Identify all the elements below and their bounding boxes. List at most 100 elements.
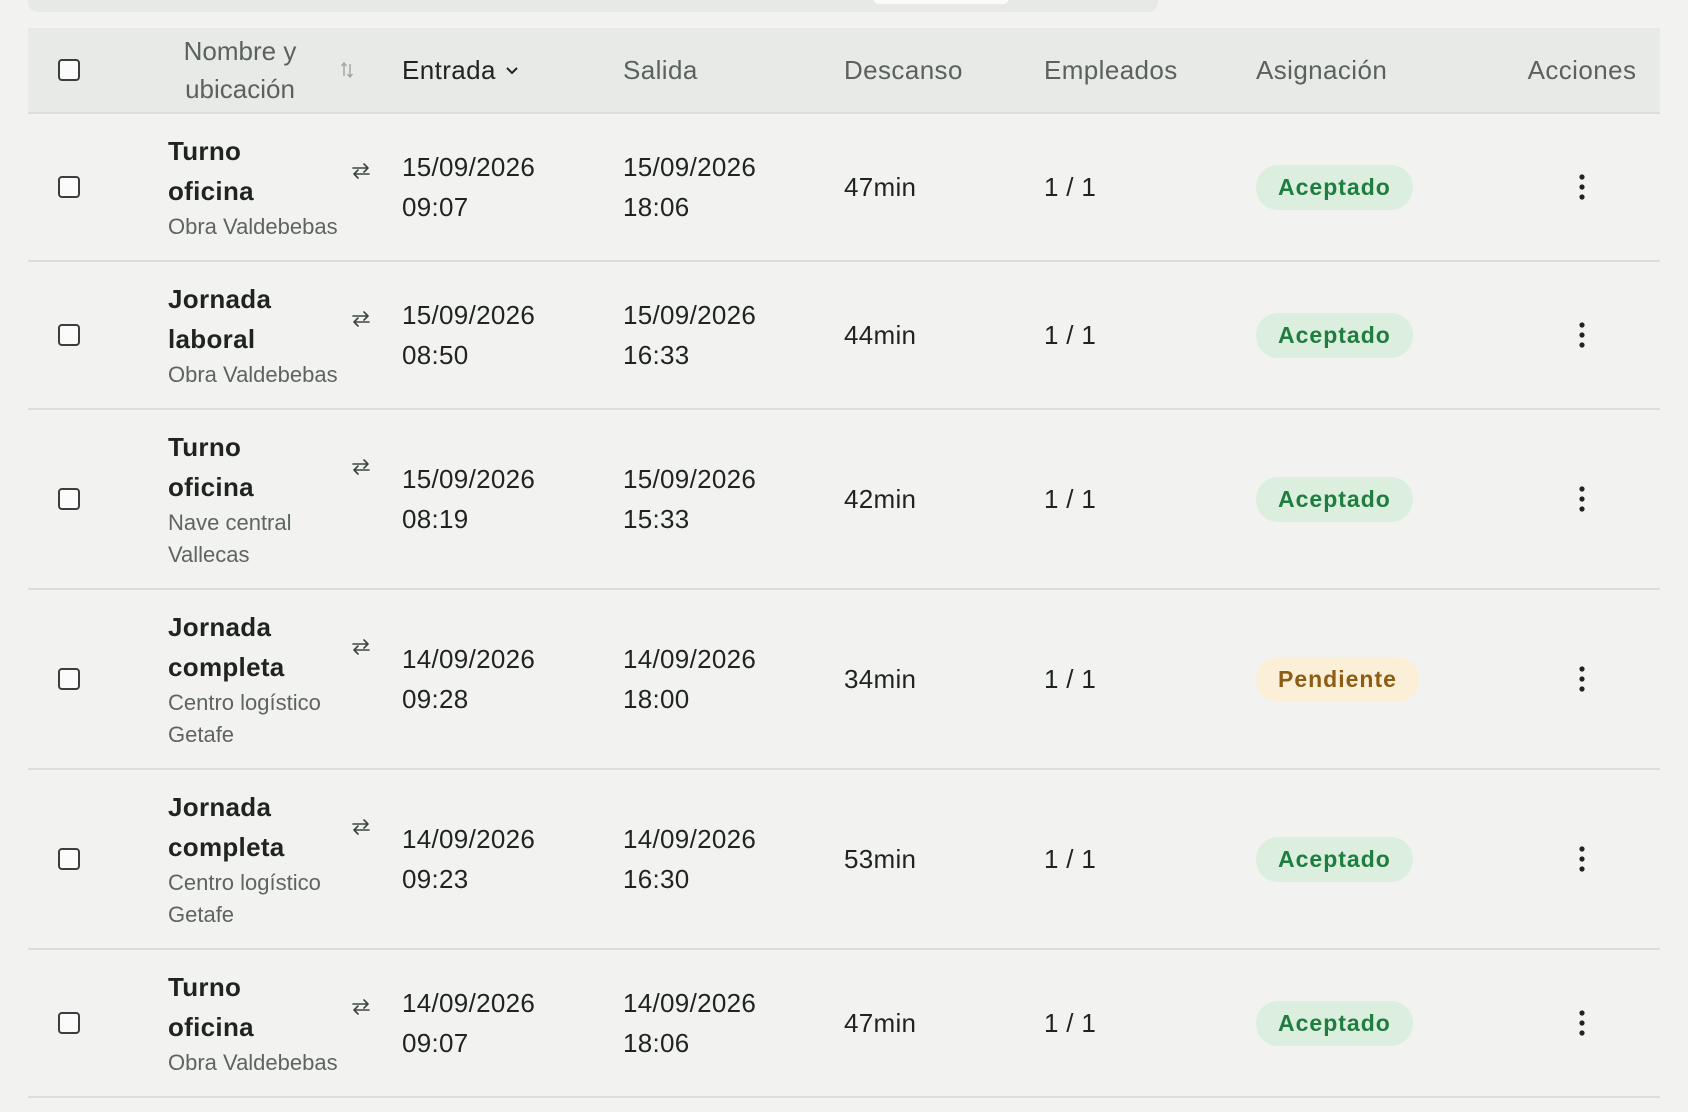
status-badge: Aceptado xyxy=(1256,1000,1413,1046)
entry-datetime: 15/09/2026 09:07 xyxy=(402,147,562,227)
shift-name[interactable]: Turno oficina xyxy=(168,967,318,1047)
employees-count: 1 / 1 xyxy=(1044,1007,1097,1038)
shift-location: Obra Valdebebas xyxy=(168,362,338,387)
table-row[interactable]: Turno oficina Obra Valdebebas 15/09/2026… xyxy=(28,114,1660,262)
shift-location-line2: Getafe xyxy=(168,902,235,927)
more-vertical-icon[interactable] xyxy=(1577,172,1587,202)
status-badge: Aceptado xyxy=(1256,836,1413,882)
employees-count: 1 / 1 xyxy=(1044,171,1097,202)
exit-time: 16:30 xyxy=(623,864,690,894)
table-row[interactable]: Turno oficina Nave central Vallecas 15/0… xyxy=(28,410,1660,590)
header-employees[interactable]: Empleados xyxy=(1044,28,1224,112)
shift-name[interactable]: Jornada laboral xyxy=(168,279,318,359)
exit-datetime: 15/09/2026 16:33 xyxy=(623,295,783,375)
entry-datetime: 14/09/2026 09:07 xyxy=(402,983,562,1063)
break-duration: 53min xyxy=(844,843,917,874)
table-row[interactable]: Jornada completa Centro logístico Getafe… xyxy=(28,770,1660,950)
exit-date: 15/09/2026 xyxy=(623,152,757,182)
shift-name[interactable]: Jornada completa xyxy=(168,787,318,867)
header-actions-label: Acciones xyxy=(1527,54,1637,85)
shift-name-location: Jornada completa Centro logístico Getafe xyxy=(150,770,370,948)
chevron-down-icon xyxy=(506,67,518,75)
employees-count: 1 / 1 xyxy=(1044,663,1097,694)
employees-count: 1 / 1 xyxy=(1044,483,1097,514)
swap-arrows-icon[interactable] xyxy=(350,816,372,838)
table-row[interactable]: Jornada completa Centro logístico Getafe… xyxy=(28,590,1660,770)
swap-arrows-icon[interactable] xyxy=(350,308,372,330)
row-checkbox[interactable] xyxy=(58,668,80,690)
shift-name-location: Jornada completa Centro logístico Getafe xyxy=(150,590,370,768)
shift-name[interactable]: Jornada completa xyxy=(168,607,318,687)
status-badge: Aceptado xyxy=(1256,312,1413,358)
top-toolbar xyxy=(28,0,1158,12)
header-actions: Acciones xyxy=(1504,28,1660,112)
shift-name-line2: oficina xyxy=(168,472,254,502)
shift-name[interactable]: Turno oficina xyxy=(168,131,318,211)
shift-location: Centro logístico xyxy=(168,870,321,895)
more-vertical-icon[interactable] xyxy=(1577,320,1587,350)
exit-datetime: 14/09/2026 18:06 xyxy=(623,983,783,1063)
break-duration: 44min xyxy=(844,319,917,350)
shift-name-location: Turno oficina Nave central Vallecas xyxy=(150,410,370,588)
employees-count: 1 / 1 xyxy=(1044,843,1097,874)
header-entry[interactable]: Entrada xyxy=(402,28,612,112)
row-checkbox[interactable] xyxy=(58,324,80,346)
break-duration: 47min xyxy=(844,1007,917,1038)
exit-date: 14/09/2026 xyxy=(623,644,757,674)
entry-date: 14/09/2026 xyxy=(402,824,536,854)
entry-date: 15/09/2026 xyxy=(402,300,536,330)
row-checkbox[interactable] xyxy=(58,488,80,510)
shifts-table: Nombre y ubicación Entrada Salida Descan… xyxy=(28,28,1660,1098)
shift-name-location: Turno oficina Obra Valdebebas xyxy=(150,950,370,1096)
more-vertical-icon[interactable] xyxy=(1577,1008,1587,1038)
entry-time: 09:07 xyxy=(402,192,469,222)
row-checkbox[interactable] xyxy=(58,848,80,870)
exit-datetime: 15/09/2026 18:06 xyxy=(623,147,783,227)
header-assignment[interactable]: Asignación xyxy=(1256,28,1476,112)
header-break-label: Descanso xyxy=(844,54,963,85)
swap-arrows-icon[interactable] xyxy=(350,996,372,1018)
entry-time: 09:28 xyxy=(402,684,469,714)
exit-datetime: 14/09/2026 18:00 xyxy=(623,639,783,719)
header-exit[interactable]: Salida xyxy=(623,28,823,112)
shift-name-line2: laboral xyxy=(168,324,256,354)
exit-date: 14/09/2026 xyxy=(623,988,757,1018)
swap-arrows-icon[interactable] xyxy=(350,160,372,182)
break-duration: 42min xyxy=(844,483,917,514)
exit-datetime: 15/09/2026 15:33 xyxy=(623,459,783,539)
select-all-checkbox[interactable] xyxy=(58,59,80,81)
header-name-label: Nombre y ubicación xyxy=(183,36,297,104)
header-name-location[interactable]: Nombre y ubicación xyxy=(150,28,370,112)
entry-datetime: 15/09/2026 08:50 xyxy=(402,295,562,375)
exit-date: 15/09/2026 xyxy=(623,300,757,330)
row-checkbox[interactable] xyxy=(58,176,80,198)
employees-count: 1 / 1 xyxy=(1044,319,1097,350)
table-row[interactable]: Turno oficina Obra Valdebebas 14/09/2026… xyxy=(28,950,1660,1098)
exit-date: 14/09/2026 xyxy=(623,824,757,854)
exit-time: 18:00 xyxy=(623,684,690,714)
shift-name[interactable]: Turno oficina xyxy=(168,427,318,507)
entry-date: 15/09/2026 xyxy=(402,464,536,494)
shift-location: Obra Valdebebas xyxy=(168,214,338,239)
table-row[interactable]: Jornada laboral Obra Valdebebas 15/09/20… xyxy=(28,262,1660,410)
shift-location-line2: Getafe xyxy=(168,722,235,747)
swap-arrows-icon[interactable] xyxy=(350,456,372,478)
more-vertical-icon[interactable] xyxy=(1577,844,1587,874)
shift-name-line2: oficina xyxy=(168,176,254,206)
header-break[interactable]: Descanso xyxy=(844,28,1014,112)
row-checkbox[interactable] xyxy=(58,1012,80,1034)
shift-location-line2: Vallecas xyxy=(168,542,250,567)
shift-name-line1: Jornada xyxy=(168,792,272,822)
shift-name-location: Turno oficina Obra Valdebebas xyxy=(150,114,370,260)
sort-icon[interactable] xyxy=(340,61,354,79)
entry-datetime: 14/09/2026 09:23 xyxy=(402,819,562,899)
more-vertical-icon[interactable] xyxy=(1577,664,1587,694)
exit-time: 16:33 xyxy=(623,340,690,370)
swap-arrows-icon[interactable] xyxy=(350,636,372,658)
entry-date: 14/09/2026 xyxy=(402,988,536,1018)
entry-time: 09:07 xyxy=(402,1028,469,1058)
toolbar-tab-indicator[interactable] xyxy=(873,0,1009,4)
more-vertical-icon[interactable] xyxy=(1577,484,1587,514)
header-entry-label: Entrada xyxy=(402,54,496,85)
table-body: Turno oficina Obra Valdebebas 15/09/2026… xyxy=(28,114,1660,1098)
